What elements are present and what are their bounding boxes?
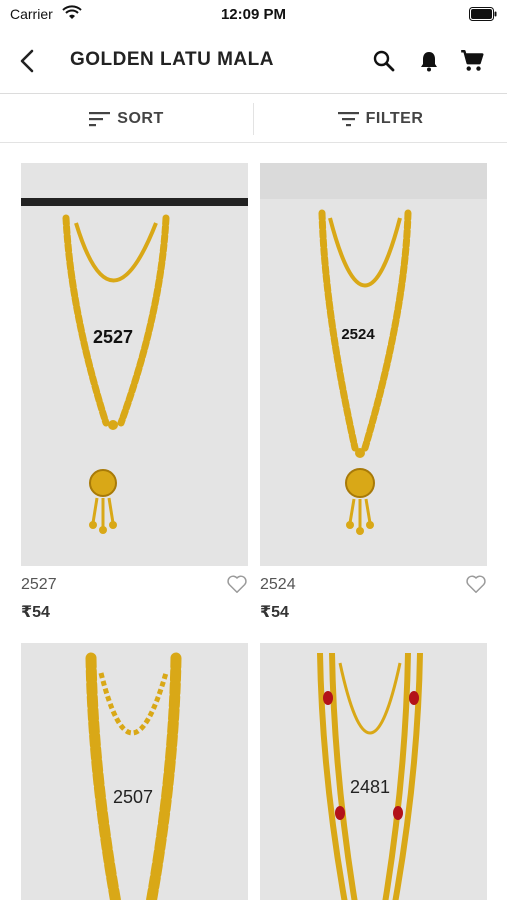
product-image[interactable]: 2481 — [260, 643, 487, 900]
product-image[interactable]: 2527 — [21, 163, 248, 566]
product-price: ₹54 — [21, 604, 50, 621]
product-card[interactable]: 2524 2524 ₹54 — [260, 163, 487, 621]
status-time: 12:09 PM — [220, 6, 287, 23]
product-image[interactable]: 2524 — [260, 163, 487, 566]
product-code: 2527 — [21, 576, 57, 593]
image-code-label: 2524 — [341, 326, 375, 343]
app-header: GOLDEN LATU MALA — [0, 28, 507, 94]
notifications-button[interactable] — [415, 47, 443, 75]
bell-icon — [421, 52, 437, 72]
cart-button[interactable] — [458, 47, 486, 75]
necklace-image: 2507 — [85, 652, 182, 900]
image-code-label: 2527 — [93, 327, 133, 347]
product-image[interactable]: 2507 — [21, 643, 248, 900]
heart-outline-icon[interactable] — [465, 573, 487, 595]
battery-icon — [469, 7, 497, 21]
sort-label: SORT — [117, 110, 164, 127]
back-button[interactable] — [12, 46, 42, 76]
filter-button[interactable]: FILTER — [254, 95, 507, 143]
heart-outline-icon[interactable] — [226, 573, 248, 595]
filter-label: FILTER — [365, 110, 424, 127]
chevron-left-icon — [20, 49, 34, 73]
image-code-label: 2507 — [113, 787, 153, 807]
product-price: ₹54 — [260, 604, 289, 621]
product-card[interactable]: 2507 — [21, 643, 248, 900]
cart-icon — [461, 50, 484, 71]
page-title: GOLDEN LATU MALA — [70, 49, 274, 70]
necklace-image: 2527 — [21, 198, 248, 534]
search-button[interactable] — [370, 47, 398, 75]
search-icon — [373, 50, 395, 72]
necklace-image: 2481 — [317, 652, 423, 900]
product-card[interactable]: 2481 — [260, 643, 487, 900]
product-card[interactable]: 2527 2527 ₹54 — [21, 163, 248, 621]
status-bar: Carrier 12:09 PM — [0, 0, 507, 28]
sort-lines-icon — [89, 112, 111, 127]
sort-filter-bar: SORT FILTER — [0, 95, 507, 143]
sort-button[interactable]: SORT — [0, 95, 253, 143]
necklace-image: 2524 — [260, 163, 487, 535]
image-code-label: 2481 — [350, 777, 390, 797]
product-code: 2524 — [260, 576, 296, 593]
filter-lines-icon — [337, 112, 359, 127]
